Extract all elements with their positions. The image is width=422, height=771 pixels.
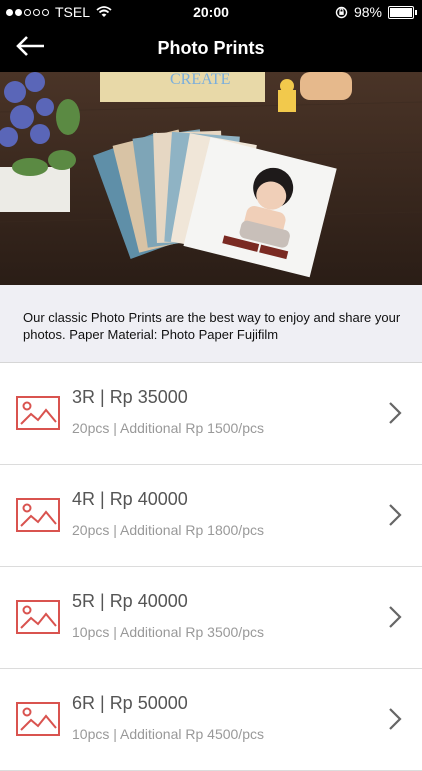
box-label: CREATE (170, 72, 230, 88)
chevron-right-icon (389, 402, 402, 424)
chevron-right-icon (389, 606, 402, 628)
hero-illustration: CREATE (0, 72, 422, 285)
list-item-5r[interactable]: 5R | Rp 40000 10pcs | Additional Rp 3500… (0, 567, 422, 669)
image-placeholder-icon (16, 600, 60, 634)
product-description: Our classic Photo Prints are the best wa… (0, 285, 422, 363)
item-title: 4R | Rp 40000 (72, 489, 188, 509)
item-title: 6R | Rp 50000 (72, 693, 188, 713)
status-bar: TSEL 20:00 98% (0, 0, 422, 26)
chevron-right-icon (389, 708, 402, 730)
item-subtitle: 20pcs | Additional Rp 1800/pcs (72, 522, 264, 538)
item-title: 5R | Rp 40000 (72, 591, 188, 611)
image-placeholder-icon (16, 702, 60, 736)
item-subtitle: 20pcs | Additional Rp 1500/pcs (72, 420, 264, 436)
page-title: Photo Prints (157, 38, 265, 58)
battery-icon (388, 5, 417, 19)
list-item-3r[interactable]: 3R | Rp 35000 20pcs | Additional Rp 1500… (0, 363, 422, 465)
list-item-6r[interactable]: 6R | Rp 50000 10pcs | Additional Rp 4500… (0, 669, 422, 771)
battery-percent: 98% (353, 4, 382, 20)
hero-image: CREATE (0, 72, 422, 285)
chevron-right-icon (389, 504, 402, 526)
rotation-lock-icon (335, 6, 348, 18)
image-placeholder-icon (16, 498, 60, 532)
item-subtitle: 10pcs | Additional Rp 3500/pcs (72, 624, 264, 640)
product-list: 3R | Rp 35000 20pcs | Additional Rp 1500… (0, 363, 422, 771)
list-item-4r[interactable]: 4R | Rp 40000 20pcs | Additional Rp 1800… (0, 465, 422, 567)
status-right: 98% (335, 4, 417, 20)
item-title: 3R | Rp 35000 (72, 387, 188, 407)
item-subtitle: 10pcs | Additional Rp 4500/pcs (72, 726, 264, 742)
nav-bar: Photo Prints (0, 26, 422, 72)
image-placeholder-icon (16, 396, 60, 430)
